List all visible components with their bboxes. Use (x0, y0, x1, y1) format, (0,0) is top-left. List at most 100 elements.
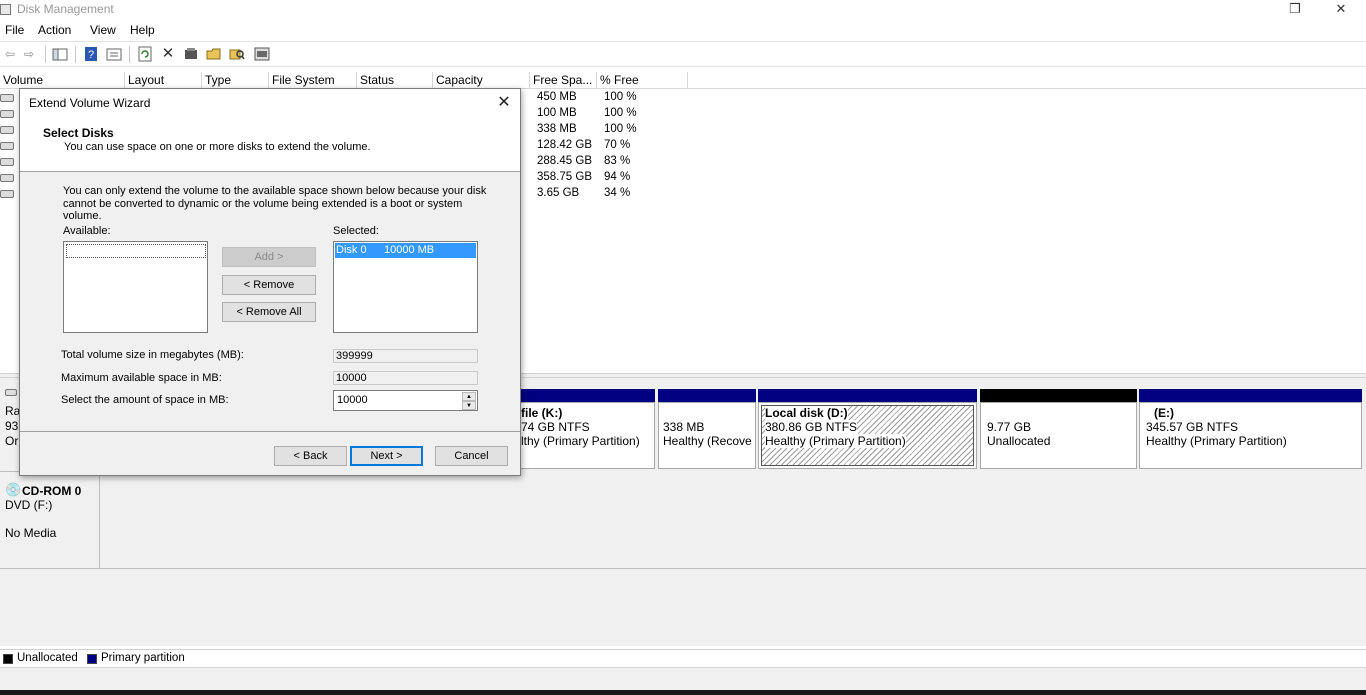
volume-icon (0, 190, 14, 198)
list-item[interactable]: Disk 0 10000 MB (335, 243, 476, 258)
close-window-button[interactable]: ✕ (1326, 0, 1356, 18)
free-space-cell: 288.45 GB (537, 155, 592, 167)
amount-spinner[interactable]: 10000 ▲ ▼ (333, 390, 478, 411)
cdrom-icon: 💿 (5, 482, 22, 497)
available-listbox[interactable] (63, 241, 208, 333)
wizard-heading: Select Disks (43, 126, 114, 140)
partition-recovery[interactable]: 338 MB Healthy (Recove (658, 389, 756, 469)
delete-icon[interactable]: ✕ (160, 46, 176, 62)
column-layout[interactable]: Layout (125, 72, 202, 89)
help-icon[interactable]: ? (83, 46, 99, 62)
volume-icon (0, 174, 14, 182)
free-space-cell: 3.65 GB (537, 187, 580, 199)
volume-icon (0, 126, 14, 134)
volume-icon (0, 142, 14, 150)
next-button[interactable]: Next > (350, 446, 423, 466)
spin-up-icon[interactable]: ▲ (462, 392, 476, 401)
menu-view[interactable]: View (90, 23, 116, 37)
wizard-info-text: You can only extend the volume to the av… (63, 185, 487, 222)
restore-button[interactable]: ❐ (1280, 0, 1310, 18)
disk0-status: Or (5, 434, 19, 448)
list-item-size: 10000 MB (384, 244, 435, 256)
column-free-space[interactable]: Free Spa... (530, 72, 597, 89)
wizard-header: Extend Volume Wizard ✕ Select Disks You … (20, 89, 520, 172)
partition-status: Healthy (Primary Partition) (765, 434, 906, 448)
status-bar (0, 667, 1366, 690)
available-label: Available: (63, 225, 111, 237)
partition-status: Healthy (Primary Partition) (1146, 434, 1287, 448)
partition-size: 380.86 GB NTFS (765, 420, 858, 434)
menu-bar: File Action View Help (0, 20, 1366, 41)
add-button[interactable]: Add > (222, 247, 316, 267)
forward-icon[interactable]: ⇨ (21, 46, 37, 62)
back-button[interactable]: < Back (274, 446, 347, 466)
menu-file[interactable]: File (5, 23, 24, 37)
cdrom-info[interactable]: 💿 CD-ROM 0 DVD (F:) No Media (0, 476, 100, 569)
footer-divider (20, 431, 520, 432)
refresh-icon[interactable] (137, 46, 153, 62)
free-space-cell: 450 MB (537, 91, 577, 103)
partition-status: lthy (Primary Partition) (521, 434, 640, 448)
partition-k[interactable]: file (K:) 74 GB NTFS lthy (Primary Parti… (519, 389, 655, 469)
wizard-subheading: You can use space on one or more disks t… (64, 141, 371, 153)
legend-swatch-primary (87, 654, 97, 664)
partition-status: Unallocated (987, 434, 1051, 448)
cancel-button[interactable]: Cancel (435, 446, 508, 466)
column-type[interactable]: Type (202, 72, 269, 89)
selected-label: Selected: (333, 225, 379, 237)
open-icon[interactable] (206, 46, 222, 62)
menu-action[interactable]: Action (38, 23, 71, 37)
remove-all-button[interactable]: < Remove All (222, 302, 316, 322)
amount-input[interactable]: 10000 (337, 394, 368, 406)
remove-button[interactable]: < Remove (222, 275, 316, 295)
column-percent-free[interactable]: % Free (597, 72, 688, 89)
volume-list-header: Volume Layout Type File System Status Ca… (0, 72, 1366, 89)
percent-free-cell: 70 % (604, 139, 631, 151)
partition-e[interactable]: (E:) 345.57 GB NTFS Healthy (Primary Par… (1139, 389, 1362, 469)
partition-status: Healthy (Recove (663, 434, 752, 448)
percent-free-cell: 94 % (604, 171, 631, 183)
partition-color-bar (519, 389, 655, 402)
title-bar: Disk Management ❐ ✕ (0, 0, 1366, 20)
extend-volume-wizard: Extend Volume Wizard ✕ Select Disks You … (19, 88, 521, 476)
column-file-system[interactable]: File System (269, 72, 357, 89)
wizard-title: Extend Volume Wizard (29, 96, 151, 110)
disk-icon (5, 389, 17, 396)
close-icon[interactable]: ✕ (495, 92, 513, 112)
volume-icon (0, 94, 14, 102)
settings-icon[interactable] (254, 46, 270, 62)
column-status[interactable]: Status (357, 72, 433, 89)
spin-down-icon[interactable]: ▼ (462, 401, 476, 410)
partition-color-bar (758, 389, 977, 402)
console-tree-icon[interactable] (52, 46, 68, 62)
cdrom-media: No Media (5, 526, 57, 540)
column-volume[interactable]: Volume (0, 72, 125, 89)
free-space-cell: 358.75 GB (537, 171, 592, 183)
max-space-value: 10000 (333, 371, 478, 385)
legend-swatch-unallocated (3, 654, 13, 664)
disk-properties-icon[interactable] (183, 46, 199, 62)
partition-name: file (K:) (521, 406, 563, 420)
properties-icon[interactable] (106, 46, 122, 62)
column-capacity[interactable]: Capacity (433, 72, 530, 89)
legend: Unallocated Primary partition (0, 649, 1366, 667)
cdrom-name: CD-ROM 0 (22, 484, 82, 498)
partition-unallocated[interactable]: 9.77 GB Unallocated (980, 389, 1137, 469)
partition-d[interactable]: Local disk (D:) 380.86 GB NTFS Healthy (… (758, 389, 977, 469)
cdrom-drive: DVD (F:) (5, 498, 53, 512)
partition-size: 9.77 GB (987, 420, 1032, 434)
partition-size: 345.57 GB NTFS (1146, 420, 1239, 434)
partition-color-bar (658, 389, 756, 402)
partition-size: 74 GB NTFS (521, 420, 590, 434)
selected-listbox[interactable]: Disk 0 10000 MB (333, 241, 478, 333)
cdrom-row (0, 476, 1366, 569)
menu-help[interactable]: Help (130, 23, 155, 37)
back-icon[interactable]: ⇦ (2, 46, 18, 62)
disk0-size: 93 (5, 419, 19, 433)
free-space-cell: 100 MB (537, 107, 577, 119)
total-size-label: Total volume size in megabytes (MB): (61, 349, 244, 361)
explore-icon[interactable] (229, 46, 245, 62)
percent-free-cell: 100 % (604, 91, 637, 103)
percent-free-cell: 34 % (604, 187, 631, 199)
taskbar-edge (0, 690, 1366, 695)
